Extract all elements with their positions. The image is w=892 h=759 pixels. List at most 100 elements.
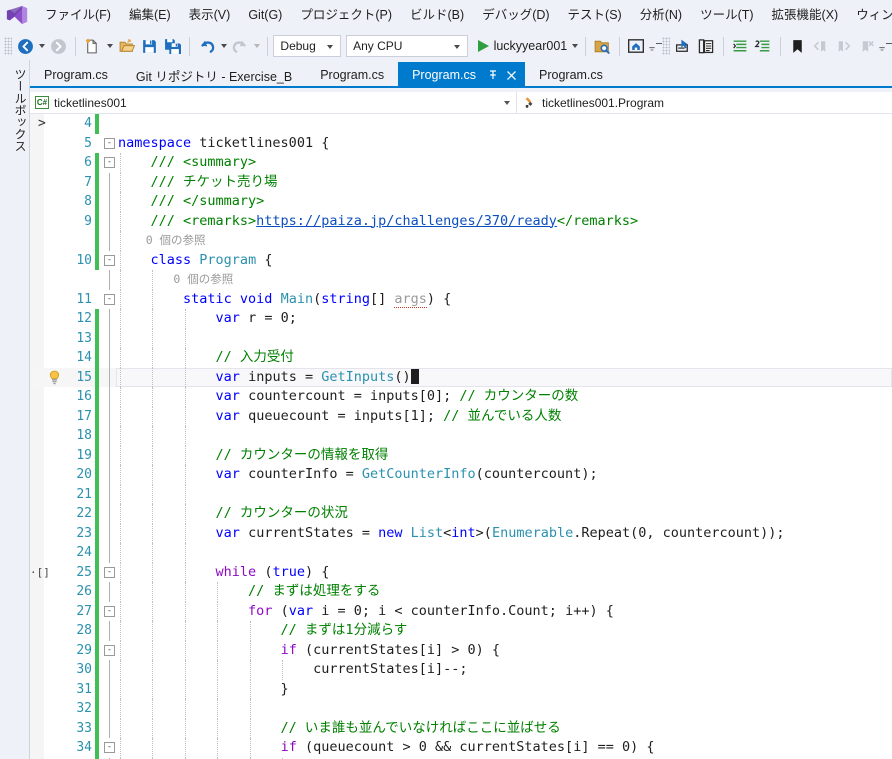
open-file-icon[interactable]	[115, 34, 138, 58]
tab-program-cs-2[interactable]: Program.cs	[306, 62, 399, 88]
fold-toggle[interactable]: -	[104, 742, 115, 753]
menu-item-build[interactable]: ビルド(B)	[401, 5, 473, 26]
code-line[interactable]: 7 /// チケット売り場	[30, 172, 892, 192]
code-line[interactable]: 5- namespace ticketlines001 {	[30, 134, 892, 154]
fold-toggle[interactable]: -	[104, 605, 115, 617]
select-element-icon[interactable]	[672, 34, 695, 58]
codelens-row[interactable]: 0 個の参照	[30, 231, 892, 251]
code-line[interactable]: 20 var counterInfo = GetCounterInfo(coun…	[30, 465, 892, 485]
navigate-forward-icon[interactable]	[47, 34, 70, 58]
navigate-back-dropdown-icon[interactable]	[37, 34, 48, 58]
codelens-reference-text[interactable]: 0 個の参照	[118, 231, 206, 251]
pin-icon[interactable]	[486, 68, 500, 82]
chevron-down-icon[interactable]	[449, 39, 465, 53]
code-line[interactable]: >4	[30, 114, 892, 134]
comment-selection-icon[interactable]	[729, 34, 752, 58]
code-line[interactable]: 10- class Program {	[30, 250, 892, 270]
menu-item-extensions[interactable]: 拡張機能(X)	[763, 5, 848, 26]
menu-item-edit[interactable]: 編集(E)	[120, 5, 180, 26]
start-debugging-dropdown-icon[interactable]	[569, 34, 580, 58]
uncomment-selection-icon[interactable]	[752, 34, 775, 58]
close-icon[interactable]	[504, 68, 519, 83]
undo-dropdown-icon[interactable]	[218, 34, 229, 58]
code-line[interactable]: 12 var r = 0;	[30, 309, 892, 329]
codelens-row[interactable]: 0 個の参照	[30, 270, 892, 290]
solution-explorer-search-icon[interactable]	[591, 34, 614, 58]
menu-item-project[interactable]: プロジェクト(P)	[291, 5, 401, 26]
code-line[interactable]: 16 var countercount = inputs[0]; // カウンタ…	[30, 387, 892, 407]
code-line[interactable]: 30 currentStates[i]--;	[30, 660, 892, 680]
live-share-overflow-icon[interactable]	[648, 34, 662, 58]
code-line[interactable]: 6 - /// <summary>	[30, 153, 892, 173]
menu-item-debug[interactable]: デバッグ(D)	[473, 5, 558, 26]
code-line[interactable]: 15 var inputs = GetInputs()	[30, 367, 892, 387]
code-line[interactable]: 34 - if (queuecount > 0 && currentStates[…	[30, 738, 892, 758]
copy-details-icon[interactable]	[695, 34, 718, 58]
code-editor[interactable]: >4 5- namespace ticketlines001 {6- /// <su…	[30, 114, 892, 759]
code-line[interactable]: 17 var queuecount = inputs[1]; // 並んでいる人…	[30, 406, 892, 426]
code-line[interactable]: 22 // カウンターの状況	[30, 504, 892, 524]
code-lines-container[interactable]: >4 5- namespace ticketlines001 {6- /// <su…	[30, 114, 892, 759]
redo-dropdown-icon[interactable]	[252, 34, 263, 58]
fold-toggle[interactable]: -	[104, 644, 115, 656]
code-line[interactable]: 28 // まずは1分減らす	[30, 621, 892, 641]
code-line[interactable]: 18	[30, 426, 892, 446]
toolbar-grip[interactable]	[4, 37, 12, 55]
type-select[interactable]: ticketlines001.Program	[517, 92, 664, 113]
code-line[interactable]: 29- if (currentStates[i] > 0) {	[30, 640, 892, 660]
tab-program-cs-3[interactable]: Program.cs	[525, 62, 617, 88]
live-share-home-icon[interactable]	[625, 34, 648, 58]
solution-platform-select[interactable]: Any CPU	[346, 35, 468, 57]
clear-bookmarks-icon[interactable]	[855, 34, 878, 58]
code-line[interactable]: 32	[30, 699, 892, 719]
code-line[interactable]: 8 /// </summary>	[30, 192, 892, 212]
new-item-icon[interactable]	[81, 34, 104, 58]
tab-git-repository[interactable]: Git リポジトリ - Exercise_B	[121, 62, 307, 88]
code-line[interactable]: 31 }	[30, 679, 892, 699]
chevron-down-icon[interactable]	[504, 92, 510, 113]
save-icon[interactable]	[138, 34, 161, 58]
code-line[interactable]: 19 // カウンターの情報を取得	[30, 445, 892, 465]
menu-item-analyze[interactable]: 分析(N)	[631, 5, 691, 26]
code-line[interactable]: 9 /// <remarks>https://paiza.jp/challeng…	[30, 211, 892, 231]
toolbar-overflow-icon[interactable]	[878, 34, 892, 58]
redo-icon[interactable]	[229, 34, 252, 58]
code-line[interactable]: 23 var currentStates = new List<int>(Enu…	[30, 523, 892, 543]
editor-expand-arrow[interactable]: >	[38, 114, 46, 134]
menu-item-view[interactable]: 表示(V)	[180, 5, 240, 26]
code-line[interactable]: 11- static void Main(string[] args) {	[30, 289, 892, 309]
fold-toggle[interactable]: -	[104, 157, 115, 168]
code-line[interactable]: 13	[30, 328, 892, 348]
project-select[interactable]: C# ticketlines001	[30, 92, 517, 113]
menu-item-window[interactable]: ウィンドウ(W)	[847, 5, 892, 26]
menu-item-tools[interactable]: ツール(T)	[691, 5, 762, 26]
next-bookmark-icon[interactable]	[832, 34, 855, 58]
save-all-icon[interactable]	[161, 34, 184, 58]
tab-program-cs-active[interactable]: Program.cs	[398, 62, 525, 88]
menu-item-test[interactable]: テスト(S)	[559, 5, 631, 26]
solution-configuration-select[interactable]: Debug	[273, 35, 342, 57]
fold-toggle[interactable]: -	[104, 566, 115, 578]
tab-program-cs-1[interactable]: Program.cs	[30, 62, 122, 88]
fold-toggle[interactable]: -	[104, 293, 115, 305]
codelens-reference-text[interactable]: 0 個の参照	[118, 270, 233, 290]
fold-toggle[interactable]: -	[104, 137, 115, 149]
code-line[interactable]: 24	[30, 543, 892, 563]
new-item-dropdown-icon[interactable]	[104, 34, 115, 58]
menu-item-git[interactable]: Git(G)	[239, 5, 291, 26]
chevron-down-icon[interactable]	[322, 39, 338, 53]
toolbox-label[interactable]: ツールボックス	[0, 68, 29, 152]
fold-toggle[interactable]: -	[104, 254, 115, 266]
navigate-back-icon[interactable]	[14, 34, 37, 58]
code-line[interactable]: 14 // 入力受付	[30, 348, 892, 368]
code-line[interactable]: 21	[30, 484, 892, 504]
start-debugging-button[interactable]: luckyyear001	[473, 34, 570, 58]
toolbox-rail[interactable]: ツールボックス	[0, 60, 30, 759]
code-line[interactable]: ·[] 25- while (true) {	[30, 562, 892, 582]
code-line[interactable]: 33 // いま誰も並んでいなければここに並ばせる	[30, 718, 892, 738]
previous-bookmark-icon[interactable]	[809, 34, 832, 58]
code-line[interactable]: 26 // まずは処理をする	[30, 582, 892, 602]
undo-icon[interactable]	[195, 34, 218, 58]
menu-item-file[interactable]: ファイル(F)	[36, 5, 120, 26]
toolbar-grip-2[interactable]	[661, 37, 670, 55]
